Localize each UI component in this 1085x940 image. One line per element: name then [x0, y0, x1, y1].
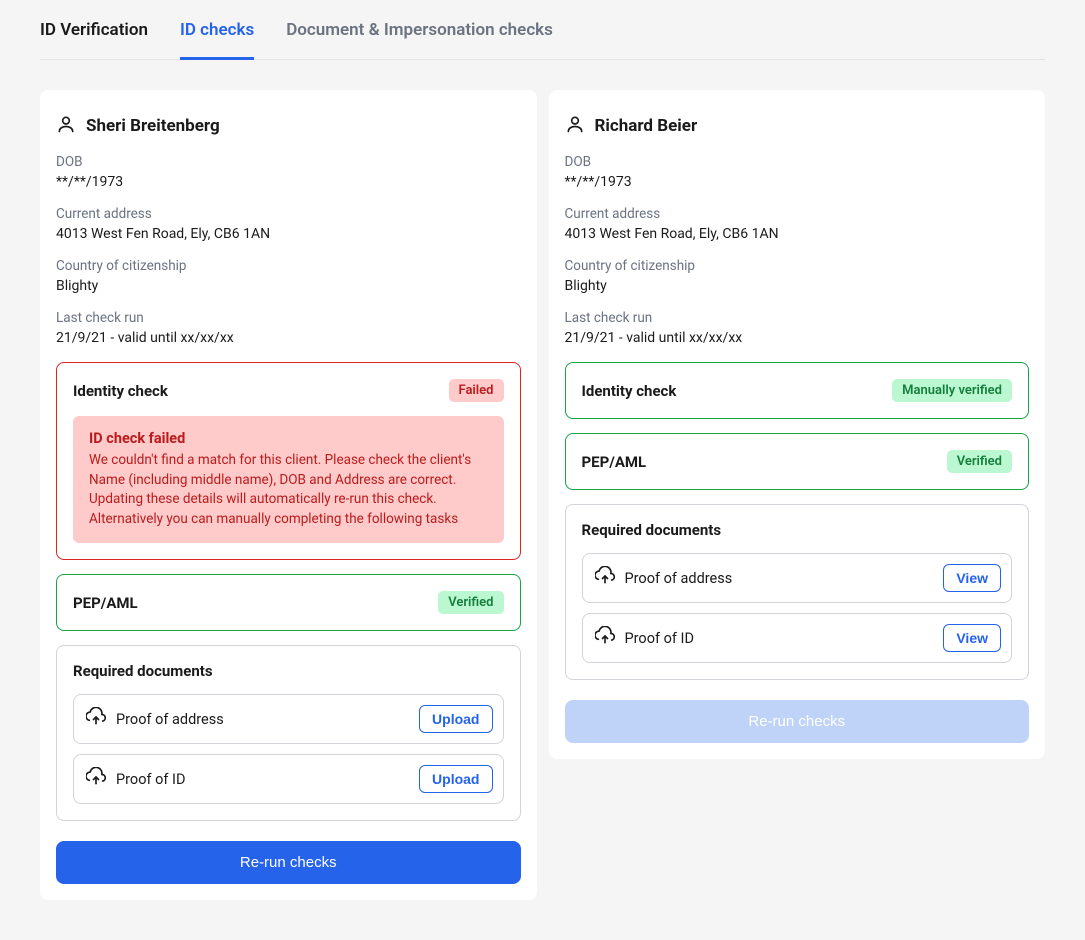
required-docs-title: Required documents	[582, 521, 1013, 539]
upload-button[interactable]: Upload	[419, 765, 492, 793]
rerun-checks-button: Re-run checks	[565, 700, 1030, 743]
lastcheck-label: Last check run	[565, 310, 1030, 326]
view-button[interactable]: View	[943, 564, 1001, 592]
required-docs-panel: Required documents Proof of address View…	[565, 504, 1030, 680]
status-badge: Failed	[449, 379, 504, 402]
doc-row: Proof of ID View	[582, 613, 1013, 663]
dob-value: **/**/1973	[56, 174, 521, 190]
address-value: 4013 West Fen Road, Ely, CB6 1AN	[56, 226, 521, 242]
upload-icon	[86, 707, 106, 731]
address-label: Current address	[56, 206, 521, 222]
required-docs-panel: Required documents Proof of address Uplo…	[56, 645, 521, 821]
error-body: We couldn't find a match for this client…	[89, 451, 488, 529]
pep-aml-panel: PEP/AML Verified	[56, 574, 521, 631]
identity-check-panel: Identity check Failed ID check failed We…	[56, 362, 521, 560]
rerun-checks-button[interactable]: Re-run checks	[56, 841, 521, 884]
status-badge: Manually verified	[892, 379, 1012, 402]
doc-label: Proof of ID	[625, 630, 944, 647]
address-value: 4013 West Fen Road, Ely, CB6 1AN	[565, 226, 1030, 242]
lastcheck-label: Last check run	[56, 310, 521, 326]
dob-value: **/**/1973	[565, 174, 1030, 190]
status-badge: Verified	[947, 450, 1012, 473]
person-icon	[565, 114, 585, 138]
status-badge: Verified	[438, 591, 503, 614]
doc-label: Proof of ID	[116, 771, 419, 788]
person-card: Richard Beier DOB **/**/1973 Current add…	[549, 90, 1046, 759]
upload-icon	[595, 626, 615, 650]
person-icon	[56, 114, 76, 138]
upload-icon	[595, 566, 615, 590]
tab-id-verification[interactable]: ID Verification	[40, 20, 148, 59]
identity-check-title: Identity check	[582, 382, 677, 400]
doc-label: Proof of address	[116, 711, 419, 728]
person-card: Sheri Breitenberg DOB **/**/1973 Current…	[40, 90, 537, 900]
person-name: Sheri Breitenberg	[86, 116, 220, 136]
citizenship-label: Country of citizenship	[565, 258, 1030, 274]
pep-aml-panel: PEP/AML Verified	[565, 433, 1030, 490]
pep-aml-title: PEP/AML	[73, 594, 138, 612]
lastcheck-value: 21/9/21 - valid until xx/xx/xx	[565, 330, 1030, 346]
view-button[interactable]: View	[943, 624, 1001, 652]
citizenship-label: Country of citizenship	[56, 258, 521, 274]
identity-check-title: Identity check	[73, 382, 168, 400]
tab-id-checks[interactable]: ID checks	[180, 20, 254, 59]
address-label: Current address	[565, 206, 1030, 222]
doc-row: Proof of ID Upload	[73, 754, 504, 804]
dob-label: DOB	[565, 154, 1030, 170]
doc-row: Proof of address View	[582, 553, 1013, 603]
upload-button[interactable]: Upload	[419, 705, 492, 733]
error-box: ID check failed We couldn't find a match…	[73, 416, 504, 543]
lastcheck-value: 21/9/21 - valid until xx/xx/xx	[56, 330, 521, 346]
citizenship-value: Blighty	[56, 278, 521, 294]
error-title: ID check failed	[89, 430, 488, 447]
pep-aml-title: PEP/AML	[582, 453, 647, 471]
required-docs-title: Required documents	[73, 662, 504, 680]
identity-check-panel: Identity check Manually verified	[565, 362, 1030, 419]
doc-row: Proof of address Upload	[73, 694, 504, 744]
citizenship-value: Blighty	[565, 278, 1030, 294]
dob-label: DOB	[56, 154, 521, 170]
tabs: ID Verification ID checks Document & Imp…	[40, 0, 1045, 60]
doc-label: Proof of address	[625, 570, 944, 587]
upload-icon	[86, 767, 106, 791]
tab-document-impersonation[interactable]: Document & Impersonation checks	[286, 20, 553, 59]
person-name: Richard Beier	[595, 116, 698, 136]
